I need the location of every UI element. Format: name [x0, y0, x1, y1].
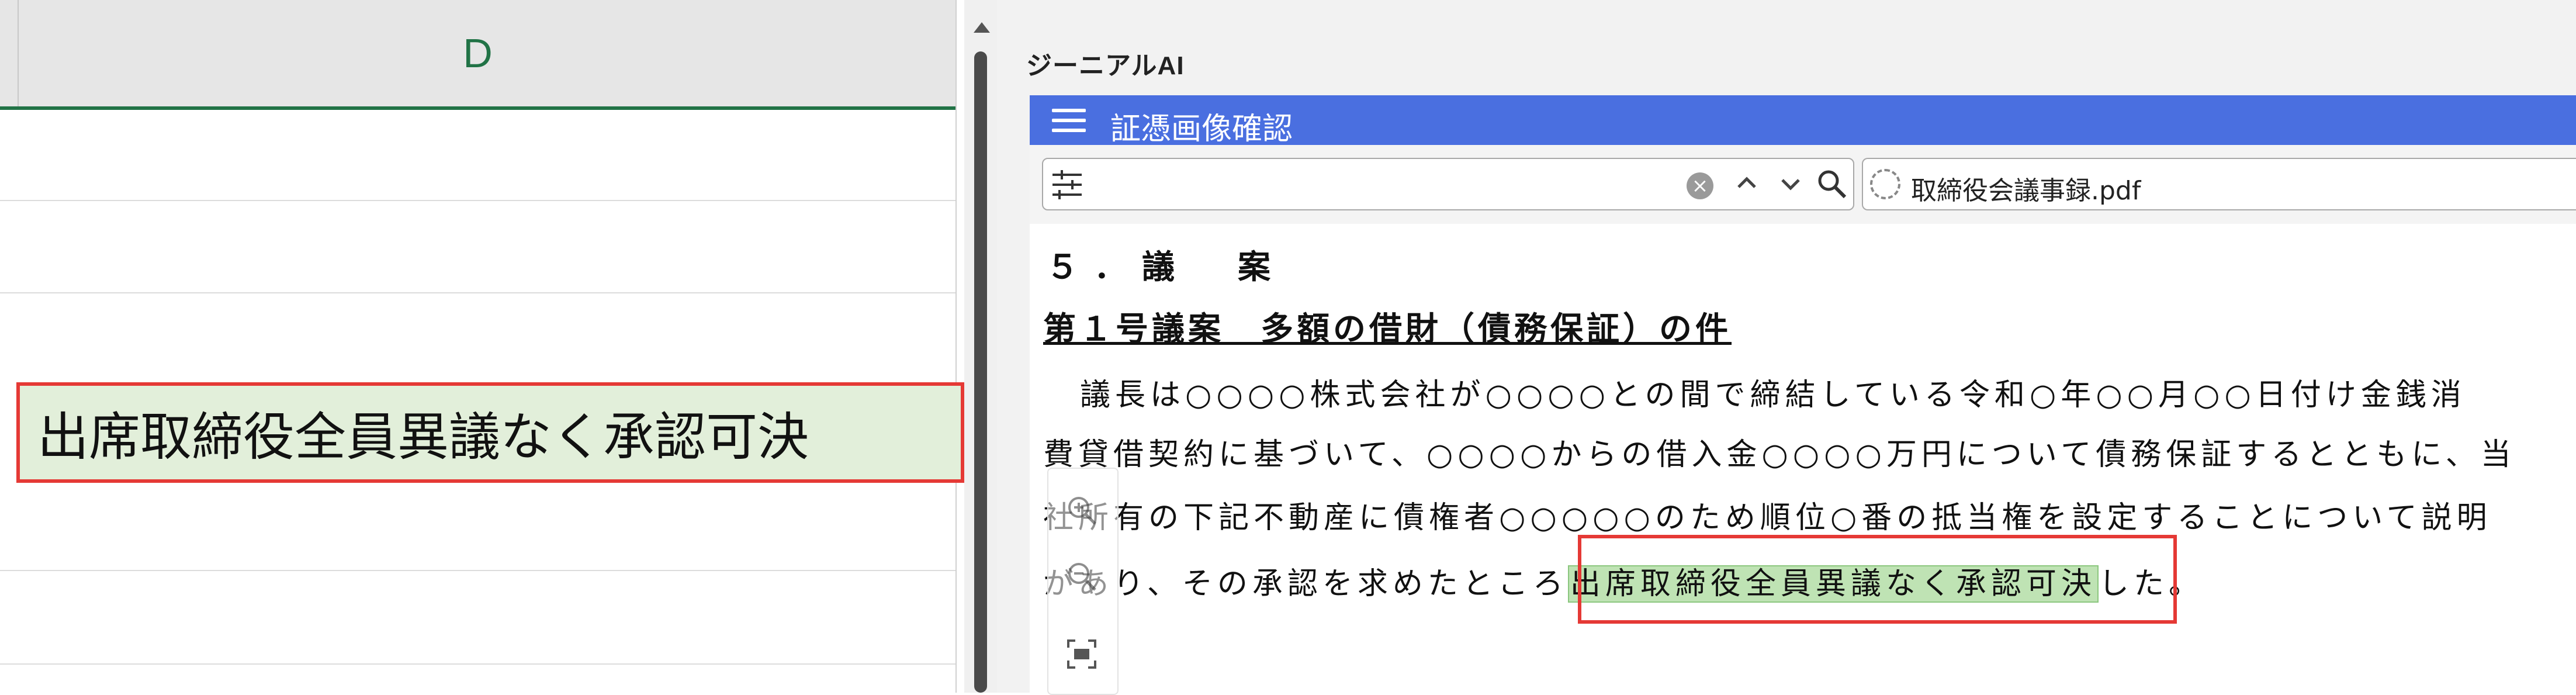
column-header-d[interactable]: D — [0, 0, 955, 110]
row-divider — [0, 663, 955, 665]
panel-title: 証憑画像確認 — [1110, 112, 1293, 147]
selected-cell-text: 出席取締役全員異議なく承認可決 — [37, 406, 809, 467]
app-title: ジーニアルAI — [1026, 51, 1185, 80]
line-prefix: があり、その承認を求めたところ — [1043, 566, 1568, 601]
selected-cell[interactable]: 出席取締役全員異議なく承認可決 — [16, 382, 964, 483]
file-name: 取締役会議事録.pdf — [1911, 176, 2141, 206]
document-line: 費貸借契約に基づいて、○○○○からの借入金○○○○万円について債務保証するととも… — [1043, 437, 2516, 472]
zoom-out-icon[interactable] — [1064, 558, 1100, 594]
row-divider — [0, 292, 955, 293]
filter-icon[interactable] — [1049, 167, 1085, 203]
sheet-edge — [955, 0, 957, 693]
row-divider — [0, 200, 955, 201]
menu-icon[interactable] — [1052, 109, 1087, 132]
row-divider — [0, 570, 955, 571]
zoom-in-icon[interactable] — [1064, 492, 1100, 528]
scrollbar-thumb[interactable] — [974, 51, 987, 693]
fit-screen-icon[interactable] — [1064, 636, 1100, 672]
document-line: 議長は○○○○株式会社が○○○○との間で締結している令和○年○○月○○日付け金銭… — [1080, 378, 2466, 413]
loading-icon — [1870, 169, 1900, 199]
scroll-up-arrow-icon[interactable] — [974, 22, 990, 33]
agenda-title: 第１号議案 多額の借財（債務保証）の件 — [1043, 310, 1732, 348]
section-heading: ５．議 案 — [1046, 248, 1286, 286]
highlight-box — [1578, 535, 2177, 624]
clear-icon[interactable]: × — [1687, 172, 1713, 199]
document-line: 社所有の下記不動産に債権者○○○○○のため順位○番の抵当権を設定することについて… — [1043, 500, 2492, 535]
chevron-up-icon[interactable] — [1733, 170, 1761, 198]
column-header-edge — [0, 0, 19, 106]
spreadsheet-pane: D 出席取締役全員異議なく承認可決 — [0, 0, 964, 693]
chevron-down-icon[interactable] — [1777, 170, 1805, 198]
search-icon[interactable] — [1815, 167, 1848, 200]
column-header-label: D — [463, 30, 493, 76]
